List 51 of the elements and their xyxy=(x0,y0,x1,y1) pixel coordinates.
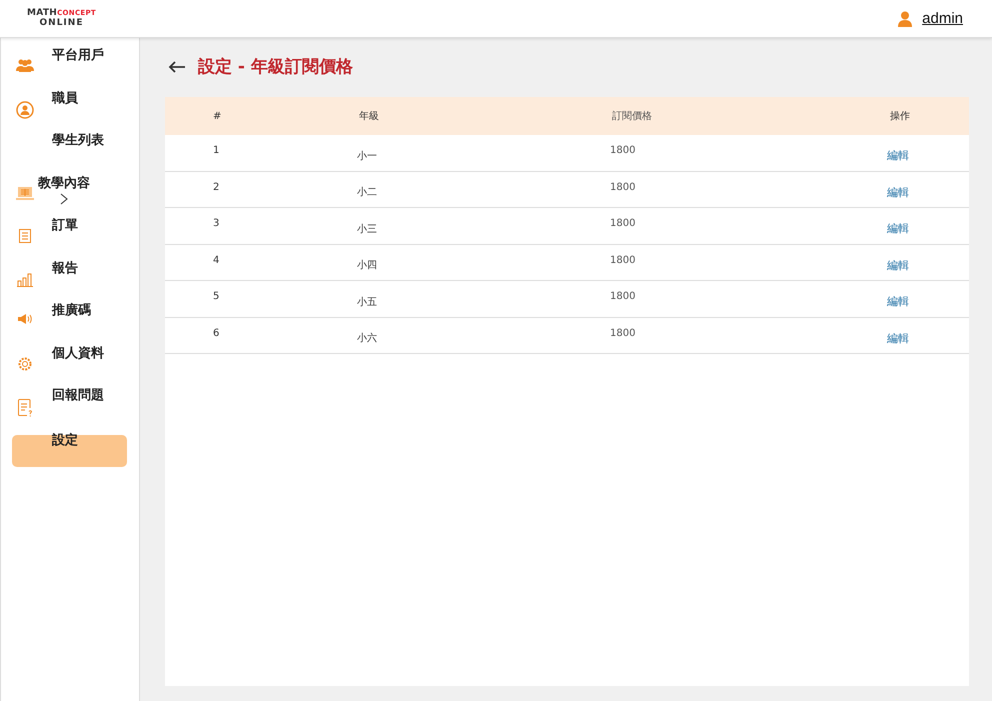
table-cell-text: 1800 xyxy=(610,254,636,266)
speaker-icon xyxy=(17,313,33,325)
table-cell-text: 6 xyxy=(212,328,220,338)
sidebar-item[interactable]: 報告 xyxy=(12,256,127,299)
logo-subtext: ONLINE xyxy=(40,19,84,28)
sidebar-item[interactable]: 個人資料 xyxy=(12,342,127,384)
table-cell-text: 1800 xyxy=(610,182,636,192)
edit-link[interactable]: 編輯 xyxy=(887,258,909,272)
table-cell-text: 小五 xyxy=(357,296,378,309)
table-cell-text: 小六 xyxy=(357,332,378,346)
person-icon xyxy=(16,100,34,118)
table-cell-text: 1 xyxy=(212,145,220,156)
document-icon xyxy=(18,228,32,244)
table-cell-text: 5 xyxy=(212,291,220,302)
bar-chart-icon xyxy=(16,270,34,286)
column-header: 訂閱價格 xyxy=(612,110,653,123)
table-cell-text: 1800 xyxy=(610,218,636,229)
table-cell-text: 4 xyxy=(212,254,220,266)
column-header: 操作 xyxy=(889,110,911,123)
user-link[interactable]: admin xyxy=(922,10,963,27)
sidebar-item[interactable]: 回報問題 xyxy=(12,384,127,426)
edit-link[interactable]: 編輯 xyxy=(887,186,909,199)
edit-link[interactable]: 編輯 xyxy=(887,332,909,345)
user-icon xyxy=(898,10,912,26)
sidebar-item[interactable]: 推廣碼 xyxy=(12,299,127,342)
sidebar-item[interactable]: 教學內容 xyxy=(12,172,127,214)
sidebar-item[interactable]: 設定 xyxy=(12,434,127,466)
table-cell-text: 1800 xyxy=(610,145,636,156)
people-icon xyxy=(16,58,34,72)
sidebar-item[interactable]: 學生列表 xyxy=(12,129,127,172)
edit-link[interactable]: 編輯 xyxy=(887,222,909,236)
column-header: # xyxy=(212,110,222,122)
edit-link[interactable]: 編輯 xyxy=(887,149,909,162)
table-cell-text: 小四 xyxy=(357,258,378,272)
back-arrow-icon[interactable] xyxy=(168,60,186,72)
table-cell-text: 小一 xyxy=(357,150,378,163)
sidebar-item[interactable]: 訂單 xyxy=(12,214,127,256)
table-cell-text: 1800 xyxy=(610,328,636,338)
table-cell-text: 1800 xyxy=(610,291,636,302)
table-cell-text: 3 xyxy=(212,218,220,229)
sidebar-item[interactable]: 平台用戶 xyxy=(12,44,127,86)
sidebar-item[interactable]: 職員 xyxy=(12,86,127,129)
page-title: 設定 - 年級訂閱價格 xyxy=(198,56,353,78)
monitor-icon xyxy=(16,186,34,202)
table-cell-text: 小二 xyxy=(357,186,378,200)
table-cell-text: 2 xyxy=(212,182,220,192)
table-cell-text: 小三 xyxy=(357,222,378,236)
edit-link[interactable]: 編輯 xyxy=(887,295,909,308)
column-header: 年級 xyxy=(358,110,380,123)
settings-icon xyxy=(17,356,33,372)
report-icon xyxy=(16,398,34,417)
